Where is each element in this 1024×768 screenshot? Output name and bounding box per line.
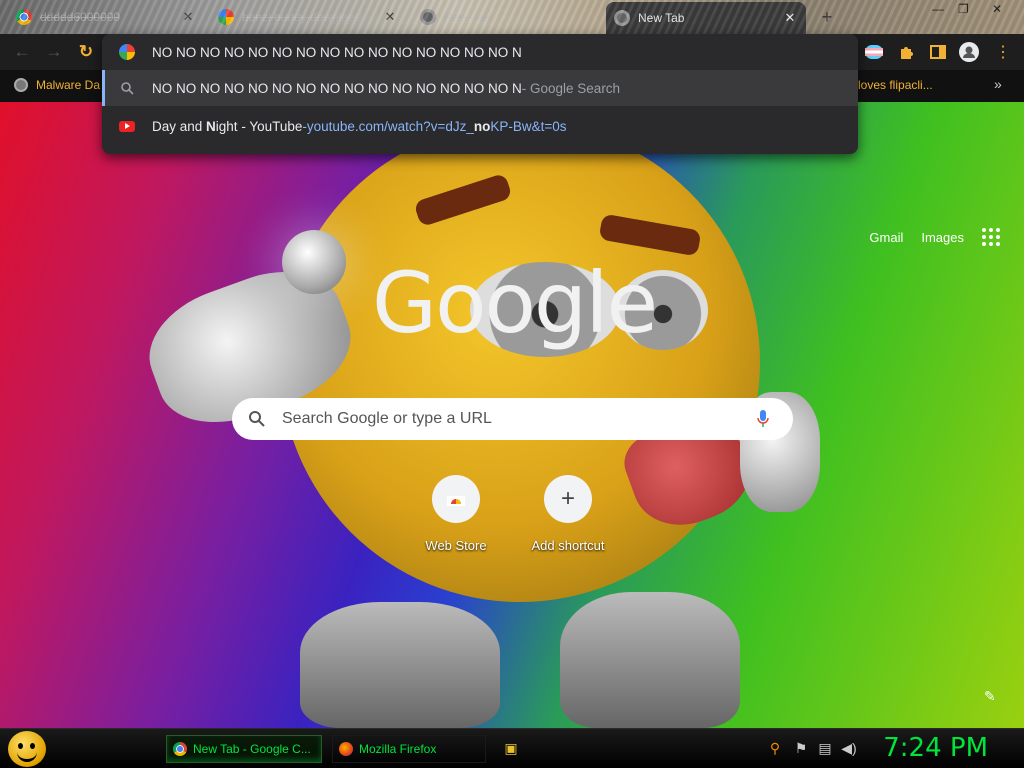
suggestion-url: youtube.com/watch?v=dJz_noKP-Bw&t=0s xyxy=(306,118,567,134)
shortcut-web-store[interactable]: Web Store xyxy=(400,475,512,553)
bookmark-flipaclip[interactable]: loves flipacli... xyxy=(858,78,933,92)
volume-icon[interactable]: ◀) xyxy=(840,739,858,757)
tab-2[interactable]: bonzi buddy download ✕ xyxy=(210,3,406,31)
action-center-flag-icon[interactable]: ⚑ xyxy=(792,739,810,757)
youtube-icon xyxy=(102,120,152,132)
bookmark-label: loves flipacli... xyxy=(858,78,933,92)
newtab-icon xyxy=(420,9,436,25)
taskbar-item-label: New Tab - Google C... xyxy=(193,742,311,756)
profile-avatar-icon[interactable] xyxy=(959,42,979,62)
maximize-icon[interactable]: ❐ xyxy=(958,2,969,16)
suggestion-suffix: - Google Search xyxy=(521,80,621,96)
kebab-menu-icon[interactable]: ⋮ xyxy=(993,42,1013,62)
tab-1[interactable]: ddddd6000000 ✕ xyxy=(8,3,204,31)
search-key-icon[interactable]: ⚲ xyxy=(766,739,784,757)
shoe-decor xyxy=(300,602,500,728)
suggestion-title: Day and Night - YouTube xyxy=(152,118,303,134)
shortcut-add[interactable]: + Add shortcut xyxy=(512,475,624,553)
taskbar-item-chrome[interactable]: New Tab - Google C... xyxy=(166,735,322,763)
extensions-puzzle-icon[interactable] xyxy=(896,42,916,62)
reload-icon[interactable]: ↻ xyxy=(76,42,96,62)
microphone-icon[interactable] xyxy=(733,409,793,429)
suggestion-youtube[interactable]: Day and Night - YouTube - youtube.com/wa… xyxy=(102,108,858,144)
pearl-decor xyxy=(282,230,346,294)
web-store-icon xyxy=(432,475,480,523)
omnibox-dropdown: NO NO NO NO NO NO NO NO NO NO NO NO NO N… xyxy=(102,34,858,154)
search-icon xyxy=(102,81,152,95)
start-button-smiley-icon[interactable] xyxy=(8,731,46,767)
taskbar-item-label: Mozilla Firefox xyxy=(359,742,437,756)
network-icon[interactable]: ▤ xyxy=(816,739,834,757)
plus-icon: + xyxy=(544,475,592,523)
search-placeholder: Search Google or type a URL xyxy=(282,410,492,427)
customize-pencil-icon[interactable]: ✎ xyxy=(984,688,1000,704)
flag-extension-icon[interactable] xyxy=(864,42,884,62)
tab-title: New Tab xyxy=(444,10,491,24)
folder-icon[interactable]: ▣ xyxy=(502,739,520,757)
tab-active[interactable]: New Tab ✕ xyxy=(606,2,806,34)
gmail-link[interactable]: Gmail xyxy=(869,230,903,245)
google-icon xyxy=(218,9,234,25)
close-window-icon[interactable]: ✕ xyxy=(992,2,1002,16)
globe-icon xyxy=(14,78,28,92)
google-logo: Google xyxy=(372,254,658,352)
tab-title: bonzi buddy download xyxy=(242,10,362,24)
apps-grid-icon[interactable] xyxy=(982,228,1000,246)
minimize-icon[interactable]: — xyxy=(932,2,944,16)
bookmark-malware[interactable]: Malware Da xyxy=(14,78,100,92)
bookmark-label: Malware Da xyxy=(36,78,101,92)
new-tab-page: Gmail Images Google Search Google or typ… xyxy=(0,102,1024,728)
search-box[interactable]: Search Google or type a URL xyxy=(232,398,793,440)
close-icon[interactable]: ✕ xyxy=(382,9,398,25)
newtab-icon xyxy=(614,10,630,26)
chrome-icon xyxy=(173,742,187,756)
tab-title: ddddd6000000 xyxy=(40,10,121,24)
omnibox-input[interactable]: NO NO NO NO NO NO NO NO NO NO NO NO NO N… xyxy=(102,34,858,70)
tab-title: New Tab xyxy=(638,11,685,25)
forward-arrow-icon[interactable]: → xyxy=(44,42,64,62)
close-icon[interactable]: ✕ xyxy=(782,10,798,26)
search-icon xyxy=(232,410,282,428)
firefox-icon xyxy=(339,742,353,756)
tab-3[interactable]: New Tab xyxy=(412,3,602,31)
chrome-icon xyxy=(16,9,32,25)
header-links: Gmail Images xyxy=(869,228,1000,246)
taskbar: New Tab - Google C... Mozilla Firefox ▣ … xyxy=(0,728,1024,768)
suggestion-text: NO NO NO NO NO NO NO NO NO NO NO NO NO N… xyxy=(152,80,522,96)
side-panel-icon[interactable] xyxy=(928,42,948,62)
shoe-decor xyxy=(560,592,740,728)
close-icon[interactable]: ✕ xyxy=(180,9,196,25)
omnibox-text: NO NO NO NO NO NO NO NO NO NO NO NO NO N… xyxy=(152,44,522,60)
taskbar-clock[interactable]: 7:24 PM xyxy=(883,733,988,763)
shortcut-label: Web Store xyxy=(425,538,487,553)
selection-indicator xyxy=(102,70,105,106)
suggestion-search[interactable]: NO NO NO NO NO NO NO NO NO NO NO NO NO N… xyxy=(102,70,858,106)
shortcut-label: Add shortcut xyxy=(531,538,605,553)
images-link[interactable]: Images xyxy=(921,230,964,245)
google-g-icon xyxy=(102,44,152,60)
tab-strip: ddddd6000000 ✕ bonzi buddy download ✕ Ne… xyxy=(0,0,1024,34)
back-arrow-icon[interactable]: ← xyxy=(12,42,32,62)
screen: ddddd6000000 ✕ bonzi buddy download ✕ Ne… xyxy=(0,0,1024,768)
taskbar-item-firefox[interactable]: Mozilla Firefox xyxy=(332,735,486,763)
bookmarks-overflow-button[interactable]: » xyxy=(994,76,1002,92)
new-tab-button[interactable]: + xyxy=(816,6,838,28)
